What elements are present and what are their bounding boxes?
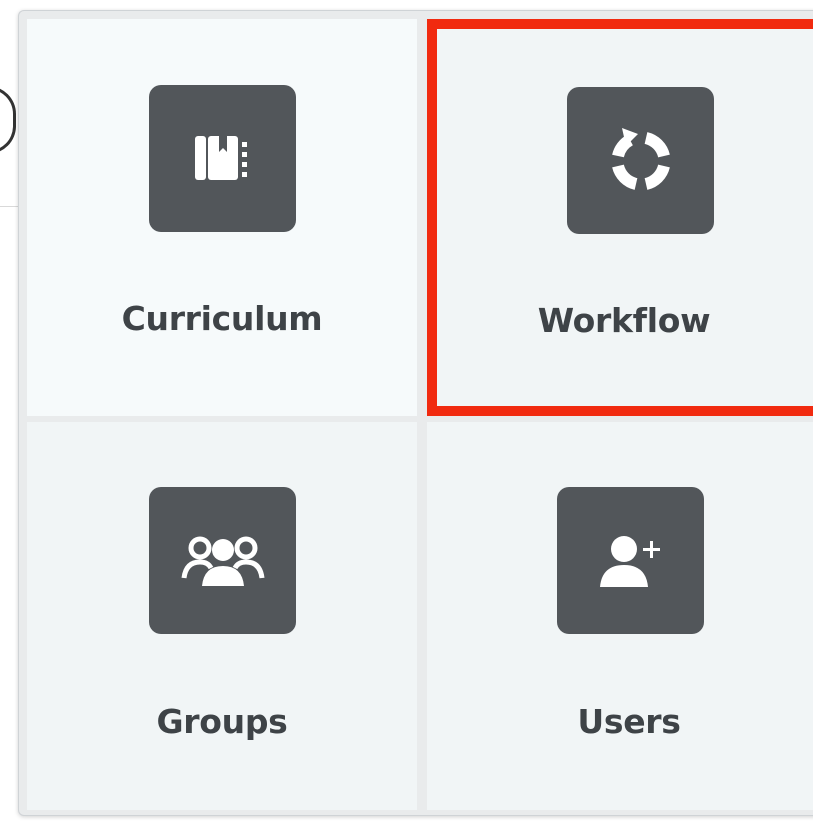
tile-workflow[interactable]: Workflow (427, 19, 813, 416)
groups-icon-box (149, 487, 296, 634)
background-partial-glyph (0, 86, 16, 154)
tile-curriculum[interactable]: Curriculum (27, 19, 417, 416)
groups-people-icon (178, 534, 268, 588)
curriculum-notebook-icon (193, 134, 253, 184)
users-icon-box (557, 487, 704, 634)
app-launcher-popover: Curriculum Workflow Groups Users (18, 10, 813, 816)
tile-label-workflow: Workflow (537, 301, 711, 340)
curriculum-icon-box (149, 85, 296, 232)
workflow-icon-box (567, 87, 714, 234)
tile-label-curriculum: Curriculum (121, 299, 323, 338)
tile-users[interactable]: Users (427, 422, 813, 810)
tile-groups[interactable]: Groups (27, 422, 417, 810)
tile-label-groups: Groups (156, 702, 288, 741)
add-user-icon (596, 531, 666, 591)
tile-label-users: Users (577, 702, 681, 741)
workflow-cycle-icon (606, 126, 676, 196)
